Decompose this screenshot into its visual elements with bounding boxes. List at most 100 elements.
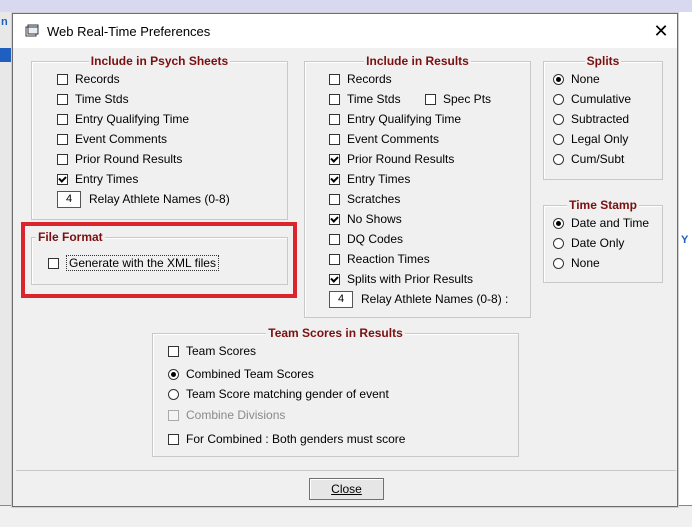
results-relay-input[interactable]: 4 [329, 290, 353, 308]
team-scores-label: Team Scores [186, 344, 257, 358]
splits-none-row[interactable]: None [553, 71, 600, 87]
matching-gender-row[interactable]: Team Score matching gender of event [168, 386, 389, 402]
button-separator [16, 470, 676, 471]
psych-entry-times-checkbox[interactable] [57, 173, 68, 185]
psych-records-checkbox[interactable] [57, 73, 68, 85]
results-event-comments-checkbox[interactable] [329, 133, 340, 145]
results-reaction-times-row[interactable]: Reaction Times [329, 251, 430, 267]
splits-cum-subt-radio[interactable] [553, 153, 564, 165]
results-time-stds-checkbox[interactable] [329, 93, 340, 105]
results-records-checkbox[interactable] [329, 73, 340, 85]
results-records-label: Records [347, 72, 392, 86]
results-prior-round-results-checkbox[interactable] [329, 153, 340, 165]
results-splits-with-prior-results-row[interactable]: Splits with Prior Results [329, 271, 473, 287]
splits-legal-only-row[interactable]: Legal Only [553, 131, 628, 147]
matching-gender-label: Team Score matching gender of event [186, 387, 389, 401]
results-scratches-checkbox[interactable] [329, 193, 340, 205]
psych-entry-times-row[interactable]: Entry Times [57, 171, 138, 187]
time-stamp-legend: Time Stamp [567, 198, 639, 212]
results-entry-times-row[interactable]: Entry Times [329, 171, 410, 187]
psych-relay-input[interactable]: 4 [57, 190, 81, 208]
psych-event-comments-row[interactable]: Event Comments [57, 131, 167, 147]
results-entry-qualifying-time-row[interactable]: Entry Qualifying Time [329, 111, 461, 127]
psych-entry-qualifying-time-checkbox[interactable] [57, 113, 68, 125]
results-prior-round-results-row[interactable]: Prior Round Results [329, 151, 454, 167]
psych-event-comments-checkbox[interactable] [57, 133, 68, 145]
splits-cum-subt-label: Cum/Subt [571, 152, 625, 166]
psych-time-stds-label: Time Stds [75, 92, 129, 106]
close-window-button[interactable]: ✕ [647, 17, 675, 45]
splits-cum-subt-row[interactable]: Cum/Subt [553, 151, 624, 167]
both-genders-checkbox[interactable] [168, 433, 179, 445]
results-splits-with-prior-results-label: Splits with Prior Results [347, 272, 474, 286]
matching-gender-radio[interactable] [168, 388, 179, 400]
timestamp-date-and-time-radio[interactable] [553, 217, 564, 229]
psych-prior-round-results-checkbox[interactable] [57, 153, 68, 165]
results-dq-codes-row[interactable]: DQ Codes [329, 231, 403, 247]
timestamp-none-row[interactable]: None [553, 255, 600, 271]
psych-entry-qualifying-time-label: Entry Qualifying Time [75, 112, 190, 126]
psych-records-row[interactable]: Records [57, 71, 120, 87]
timestamp-date-only-row[interactable]: Date Only [553, 235, 624, 251]
psych-prior-round-results-row[interactable]: Prior Round Results [57, 151, 182, 167]
results-legend: Include in Results [364, 54, 471, 68]
results-records-row[interactable]: Records [329, 71, 392, 87]
results-no-shows-checkbox[interactable] [329, 213, 340, 225]
combine-divisions-label: Combine Divisions [186, 408, 286, 422]
results-entry-qualifying-time-label: Entry Qualifying Time [347, 112, 462, 126]
close-button[interactable]: Close [309, 478, 384, 500]
results-splits-with-prior-results-checkbox[interactable] [329, 273, 340, 285]
psych-sheets-legend: Include in Psych Sheets [88, 54, 231, 68]
spec-pts-label: Spec Pts [443, 92, 492, 106]
results-entry-qualifying-time-checkbox[interactable] [329, 113, 340, 125]
results-dq-codes-checkbox[interactable] [329, 233, 340, 245]
results-event-comments-label: Event Comments [347, 132, 440, 146]
timestamp-date-only-radio[interactable] [553, 237, 564, 249]
splits-cumulative-label: Cumulative [571, 92, 632, 106]
background-statusbar [0, 505, 692, 527]
app-window-icon [25, 24, 39, 37]
results-reaction-times-checkbox[interactable] [329, 253, 340, 265]
combined-team-scores-row[interactable]: Combined Team Scores [168, 366, 314, 382]
background-left-fragment: n [1, 16, 8, 28]
psych-time-stds-checkbox[interactable] [57, 93, 68, 105]
splits-subtracted-radio[interactable] [553, 113, 564, 125]
splits-legal-only-radio[interactable] [553, 133, 564, 145]
team-scores-row[interactable]: Team Scores [168, 343, 256, 359]
close-button-label: Close [331, 482, 362, 496]
spec-pts-row[interactable]: Spec Pts [425, 91, 491, 107]
results-event-comments-row[interactable]: Event Comments [329, 131, 439, 147]
splits-cumulative-radio[interactable] [553, 93, 564, 105]
timestamp-date-and-time-row[interactable]: Date and Time [553, 215, 649, 231]
timestamp-none-label: None [571, 256, 600, 270]
psych-entry-qualifying-time-row[interactable]: Entry Qualifying Time [57, 111, 189, 127]
splits-subtracted-row[interactable]: Subtracted [553, 111, 629, 127]
results-scratches-label: Scratches [347, 192, 401, 206]
timestamp-date-only-label: Date Only [571, 236, 625, 250]
combined-team-scores-label: Combined Team Scores [186, 367, 314, 381]
title-bar[interactable]: Web Real-Time Preferences ✕ [13, 14, 677, 48]
combined-team-scores-radio[interactable] [168, 368, 179, 380]
team-scores-legend: Team Scores in Results [266, 326, 405, 340]
background-right-panel [678, 12, 692, 526]
both-genders-row[interactable]: For Combined : Both genders must score [168, 431, 405, 447]
results-reaction-times-label: Reaction Times [347, 252, 430, 266]
splits-none-radio[interactable] [553, 73, 564, 85]
background-right-fragment: Y [681, 234, 689, 246]
team-scores-checkbox[interactable] [168, 345, 179, 357]
results-time-stds-row[interactable]: Time Stds [329, 91, 401, 107]
close-icon: ✕ [653, 20, 669, 41]
splits-cumulative-row[interactable]: Cumulative [553, 91, 631, 107]
psych-relay-label: Relay Athlete Names (0-8) [89, 192, 230, 206]
results-time-stds-label: Time Stds [347, 92, 401, 106]
results-entry-times-checkbox[interactable] [329, 173, 340, 185]
timestamp-none-radio[interactable] [553, 257, 564, 269]
psych-records-label: Records [75, 72, 120, 86]
psych-time-stds-row[interactable]: Time Stds [57, 91, 129, 107]
results-no-shows-row[interactable]: No Shows [329, 211, 402, 227]
psych-event-comments-label: Event Comments [75, 132, 168, 146]
combine-divisions-checkbox [168, 409, 179, 421]
spec-pts-checkbox[interactable] [425, 93, 436, 105]
results-scratches-row[interactable]: Scratches [329, 191, 400, 207]
timestamp-date-and-time-label: Date and Time [571, 216, 650, 230]
